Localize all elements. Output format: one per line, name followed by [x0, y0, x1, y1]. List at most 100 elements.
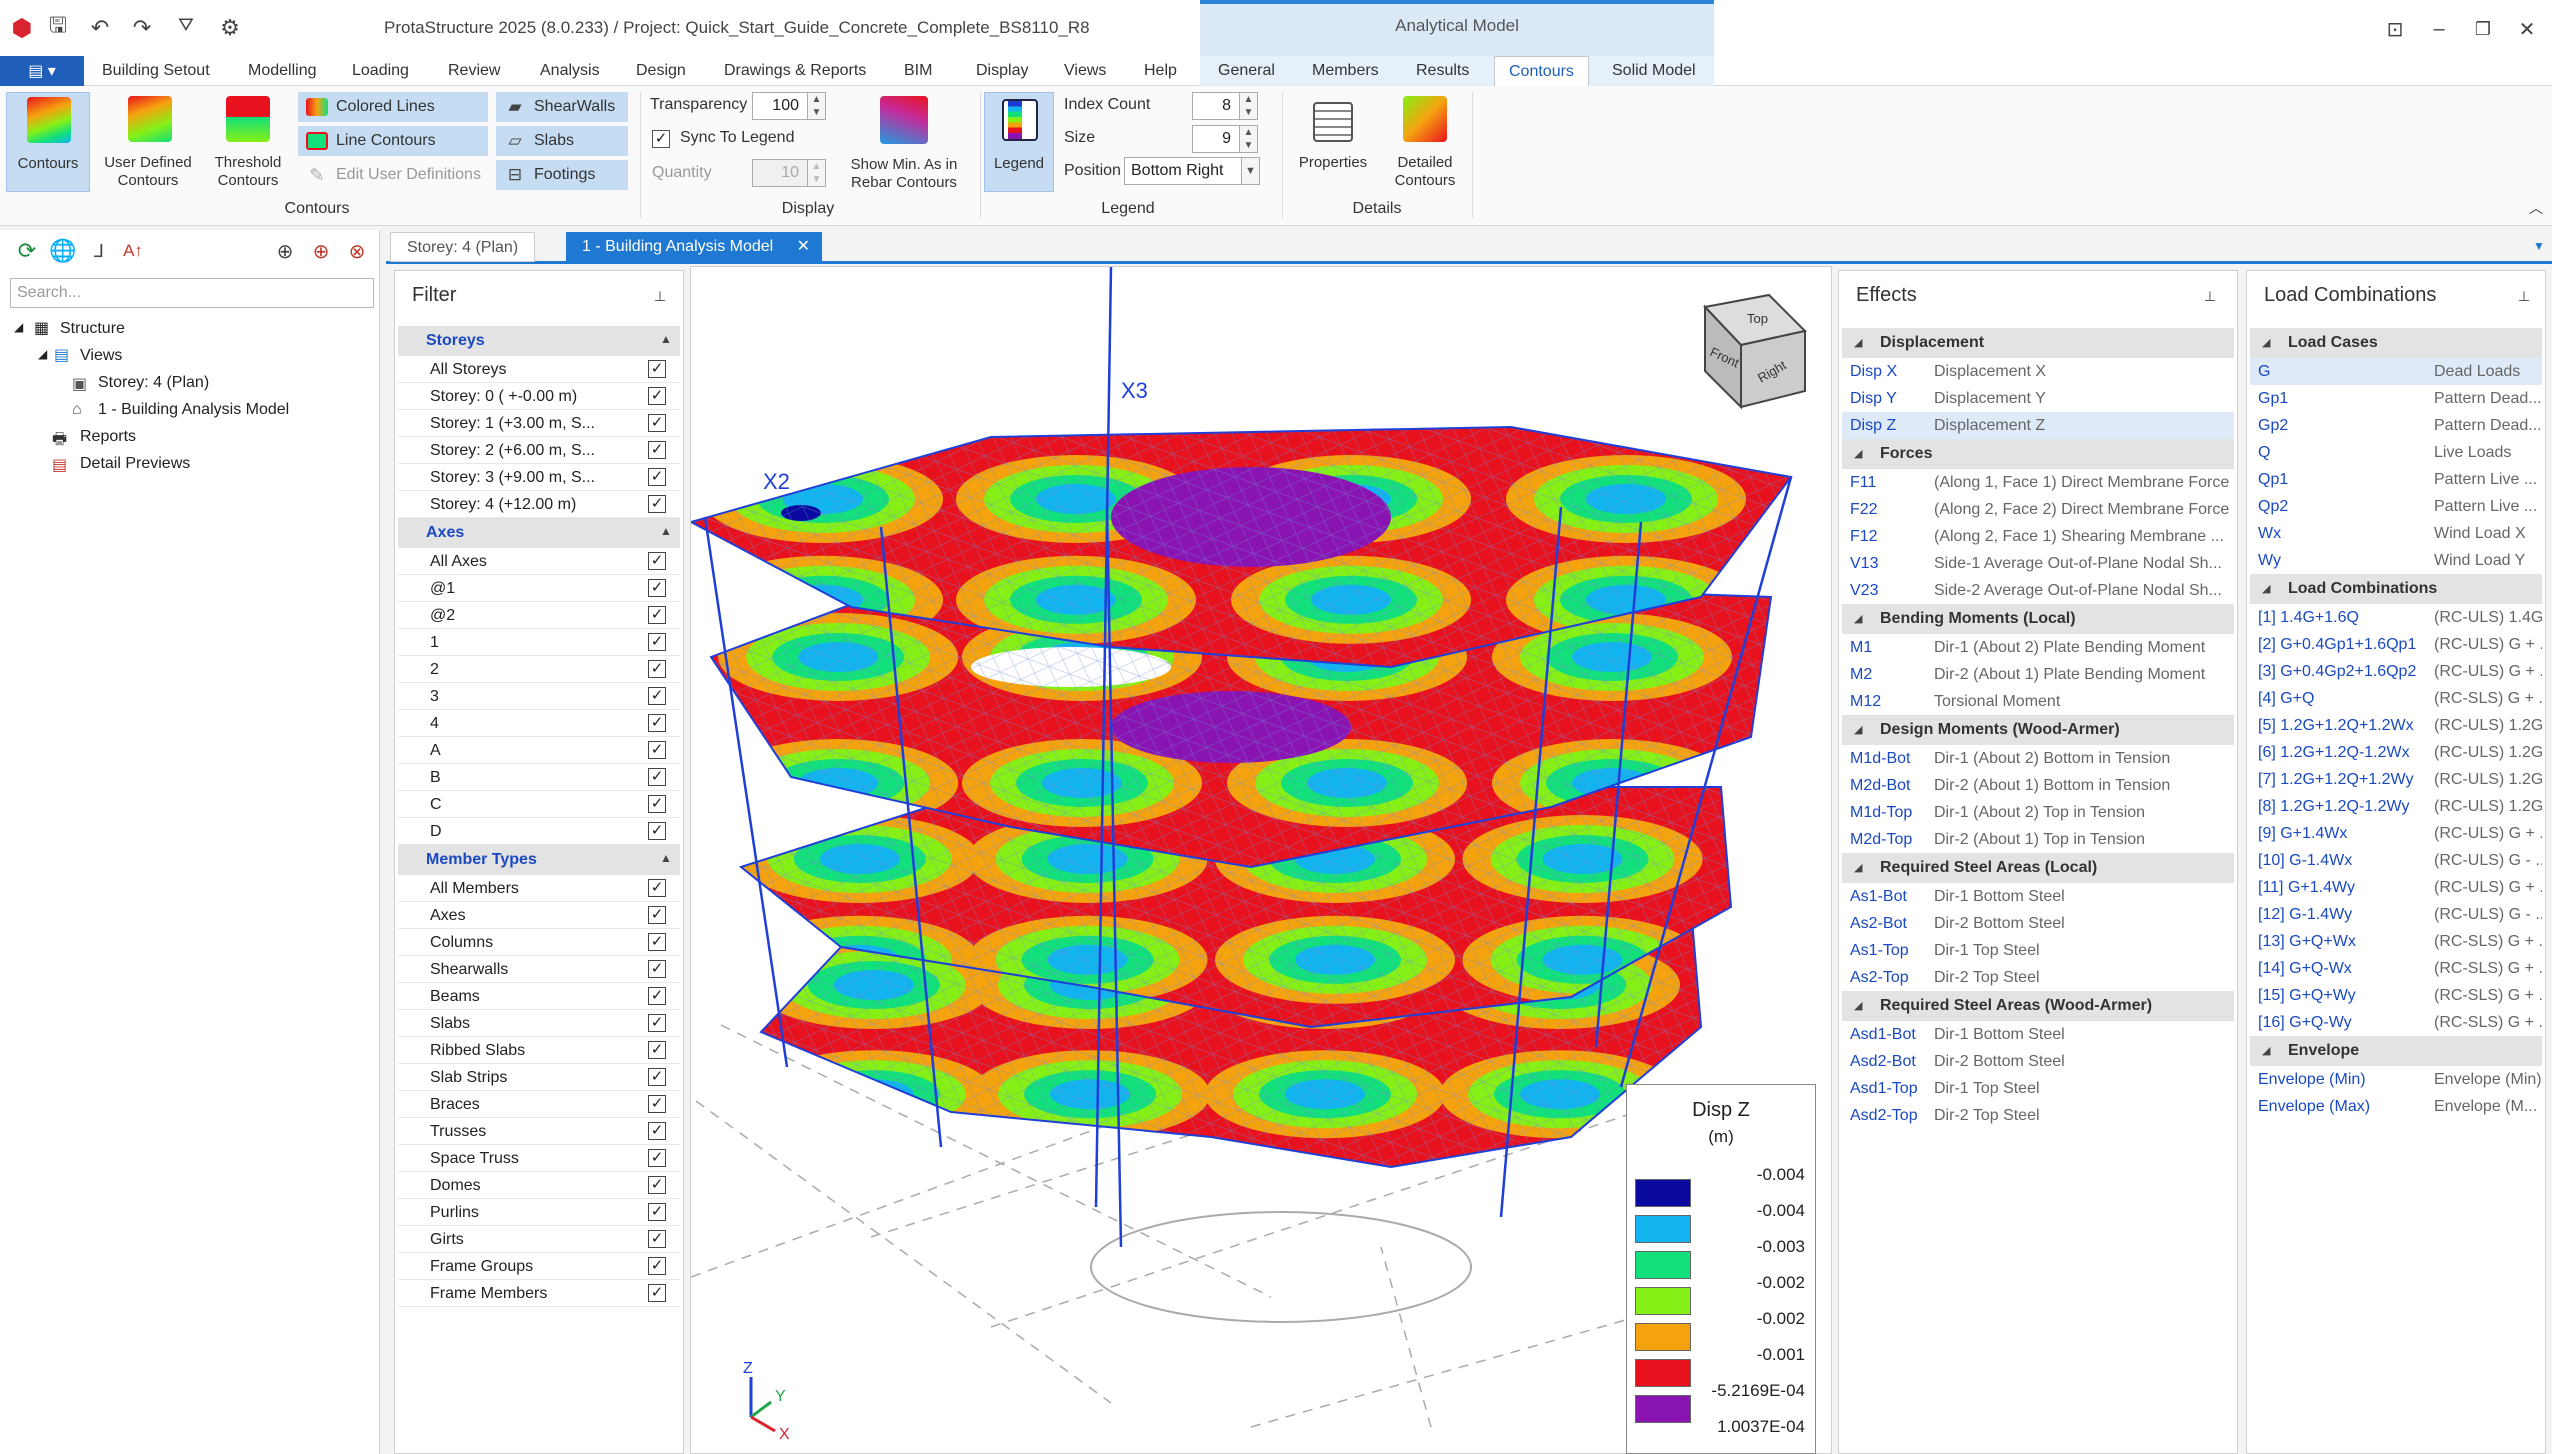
filter-checkbox[interactable]: ✓ [648, 633, 666, 651]
filter-row-member-types[interactable]: Braces ✓ [398, 1091, 680, 1118]
filter-checkbox[interactable]: ✓ [648, 960, 666, 978]
filter-checkbox[interactable]: ✓ [648, 387, 666, 405]
file-menu-button[interactable]: ▤ ▾ [0, 56, 84, 86]
effect-row[interactable]: As1-Bot Dir-1 Bottom Steel [1842, 883, 2234, 910]
ribbon-display-options-icon[interactable]: ⊡ [2380, 14, 2410, 44]
filter-row-axes[interactable]: All Axes ✓ [398, 548, 680, 575]
filter-checkbox[interactable]: ✓ [648, 1176, 666, 1194]
filter-row-member-types[interactable]: Space Truss ✓ [398, 1145, 680, 1172]
position-dropdown-chevron-icon[interactable]: ▼ [1242, 157, 1260, 185]
filter-checkbox[interactable]: ✓ [648, 360, 666, 378]
filter-row-member-types[interactable]: Domes ✓ [398, 1172, 680, 1199]
filter-row-member-types[interactable]: Slab Strips ✓ [398, 1064, 680, 1091]
lc-row-load-combinations[interactable]: [1] 1.4G+1.6Q (RC-ULS) 1.4G... [2250, 604, 2542, 631]
lc-row-load-cases[interactable]: Wx Wind Load X [2250, 520, 2542, 547]
tree-item-storey-4-plan[interactable]: Storey: 4 (Plan) [98, 374, 209, 392]
effects-section-header[interactable]: Forces [1842, 439, 2234, 469]
effects-section-header[interactable]: Required Steel Areas (Wood-Armer) [1842, 991, 2234, 1021]
filter-checkbox[interactable]: ✓ [648, 687, 666, 705]
filter-row-axes[interactable]: @2 ✓ [398, 602, 680, 629]
effect-row[interactable]: F12 (Along 2, Face 1) Shearing Membrane .… [1842, 523, 2234, 550]
filter-checkbox[interactable]: ✓ [648, 1203, 666, 1221]
filter-checkbox[interactable]: ✓ [648, 822, 666, 840]
detailed-contours-button[interactable]: Detailed Contours [1380, 92, 1470, 192]
tree-item-building-analysis-model[interactable]: 1 - Building Analysis Model [98, 401, 289, 419]
filter-row-storeys[interactable]: Storey: 4 (+12.00 m) ✓ [398, 491, 680, 518]
filter-checkbox[interactable]: ✓ [648, 1041, 666, 1059]
filter-row-axes[interactable]: 2 ✓ [398, 656, 680, 683]
transparency-input[interactable]: 100 [752, 92, 808, 120]
colored-lines-button[interactable]: Colored Lines [298, 92, 488, 122]
select-filter-icon[interactable]: ⛛ [172, 12, 200, 40]
filter-checkbox[interactable]: ✓ [648, 987, 666, 1005]
lc-row-load-combinations[interactable]: [14] G+Q-Wx (RC-SLS) G + ... [2250, 955, 2542, 982]
filter-checkbox[interactable]: ✓ [648, 660, 666, 678]
filter-row-member-types[interactable]: Axes ✓ [398, 902, 680, 929]
tab-views[interactable]: Views [1064, 56, 1106, 86]
filter-checkbox[interactable]: ✓ [648, 768, 666, 786]
globe-icon[interactable]: 🌐 [49, 238, 76, 264]
filter-checkbox[interactable]: ✓ [648, 552, 666, 570]
pin-icon[interactable]: ⊥ [2514, 286, 2534, 306]
filter-checkbox[interactable]: ✓ [648, 795, 666, 813]
lc-row-load-combinations[interactable]: [4] G+Q (RC-SLS) G + ... [2250, 685, 2542, 712]
threshold-contours-button[interactable]: Threshold Contours [206, 92, 290, 192]
index-count-input[interactable]: 8 [1192, 92, 1240, 120]
effect-row[interactable]: V13 Side-1 Average Out-of-Plane Nodal Sh.… [1842, 550, 2234, 577]
filter-checkbox[interactable]: ✓ [648, 1122, 666, 1140]
contours-button[interactable]: Contours [6, 92, 90, 192]
lc-row-load-cases[interactable]: Qp2 Pattern Live ... [2250, 493, 2542, 520]
expand-chevron-icon[interactable]: ◢ [2262, 1044, 2270, 1057]
tab-building-setout[interactable]: Building Setout [102, 56, 210, 86]
lc-row-load-combinations[interactable]: [11] G+1.4Wy (RC-ULS) G + ... [2250, 874, 2542, 901]
lc-row-load-combinations[interactable]: [10] G-1.4Wx (RC-ULS) G - ... [2250, 847, 2542, 874]
effect-row[interactable]: M1d-Top Dir-1 (About 2) Top in Tension [1842, 799, 2234, 826]
filter-row-member-types[interactable]: Girts ✓ [398, 1226, 680, 1253]
pin-icon[interactable]: ⊥ [2200, 286, 2220, 306]
filter-checkbox[interactable]: ✓ [648, 1068, 666, 1086]
filter-row-member-types[interactable]: Purlins ✓ [398, 1199, 680, 1226]
edit-user-definitions-button[interactable]: ✎ Edit User Definitions [298, 160, 488, 190]
effect-row[interactable]: M2d-Top Dir-2 (About 1) Top in Tension [1842, 826, 2234, 853]
size-input[interactable]: 9 [1192, 125, 1240, 153]
effect-row[interactable]: M2d-Bot Dir-2 (About 1) Bottom in Tension [1842, 772, 2234, 799]
shearwalls-toggle[interactable]: ▰ ShearWalls [496, 92, 628, 122]
tree-search-input[interactable]: Search... [10, 278, 374, 308]
sync-to-legend-checkbox[interactable]: ✓ [652, 130, 670, 148]
filter-row-storeys[interactable]: Storey: 1 (+3.00 m, S... ✓ [398, 410, 680, 437]
tree-item-structure[interactable]: Structure [60, 320, 125, 338]
tree-item-reports[interactable]: Reports [80, 428, 136, 446]
tab-general[interactable]: General [1218, 56, 1275, 86]
restore-button[interactable]: ❐ [2468, 14, 2498, 44]
filter-row-axes[interactable]: 1 ✓ [398, 629, 680, 656]
effect-row[interactable]: Asd2-Top Dir-2 Top Steel [1842, 1102, 2234, 1129]
axes-icon[interactable]: ⅃ [86, 238, 112, 264]
effect-row[interactable]: Disp X Displacement X [1842, 358, 2234, 385]
effect-row[interactable]: As1-Top Dir-1 Top Steel [1842, 937, 2234, 964]
save-icon[interactable]: 🖫 [44, 14, 72, 42]
lc-row-load-combinations[interactable]: [8] 1.2G+1.2Q-1.2Wy (RC-ULS) 1.2G... [2250, 793, 2542, 820]
effect-row[interactable]: M1d-Bot Dir-1 (About 2) Bottom in Tension [1842, 745, 2234, 772]
zoom-clear-icon[interactable]: ⊗ [344, 238, 370, 264]
line-contours-button[interactable]: Line Contours [298, 126, 488, 156]
filter-row-axes[interactable]: B ✓ [398, 764, 680, 791]
lc-section-envelope[interactable]: Envelope [2250, 1036, 2542, 1066]
effect-row[interactable]: Asd2-Bot Dir-2 Bottom Steel [1842, 1048, 2234, 1075]
filter-row-member-types[interactable]: All Members ✓ [398, 875, 680, 902]
filter-checkbox[interactable]: ✓ [648, 1230, 666, 1248]
minimize-button[interactable]: – [2424, 14, 2454, 44]
filter-row-axes[interactable]: @1 ✓ [398, 575, 680, 602]
filter-checkbox[interactable]: ✓ [648, 1149, 666, 1167]
filter-row-storeys[interactable]: Storey: 2 (+6.00 m, S... ✓ [398, 437, 680, 464]
properties-button[interactable]: Properties [1288, 92, 1378, 192]
lc-row-load-cases[interactable]: Gp1 Pattern Dead... [2250, 385, 2542, 412]
section-member-types[interactable]: Member Types [398, 845, 680, 875]
sort-az-icon[interactable]: A↑ [120, 238, 146, 264]
tab-loading[interactable]: Loading [352, 56, 409, 86]
effects-section-header[interactable]: Design Moments (Wood-Armer) [1842, 715, 2234, 745]
doc-tab-building-analysis-model[interactable]: 1 - Building Analysis Model ✕ [566, 232, 822, 262]
effects-section-header[interactable]: Required Steel Areas (Local) [1842, 853, 2234, 883]
filter-checkbox[interactable]: ✓ [648, 906, 666, 924]
lc-row-load-cases[interactable]: G Dead Loads [2250, 358, 2542, 385]
lc-row-load-combinations[interactable]: [3] G+0.4Gp2+1.6Qp2 (RC-ULS) G + ... [2250, 658, 2542, 685]
